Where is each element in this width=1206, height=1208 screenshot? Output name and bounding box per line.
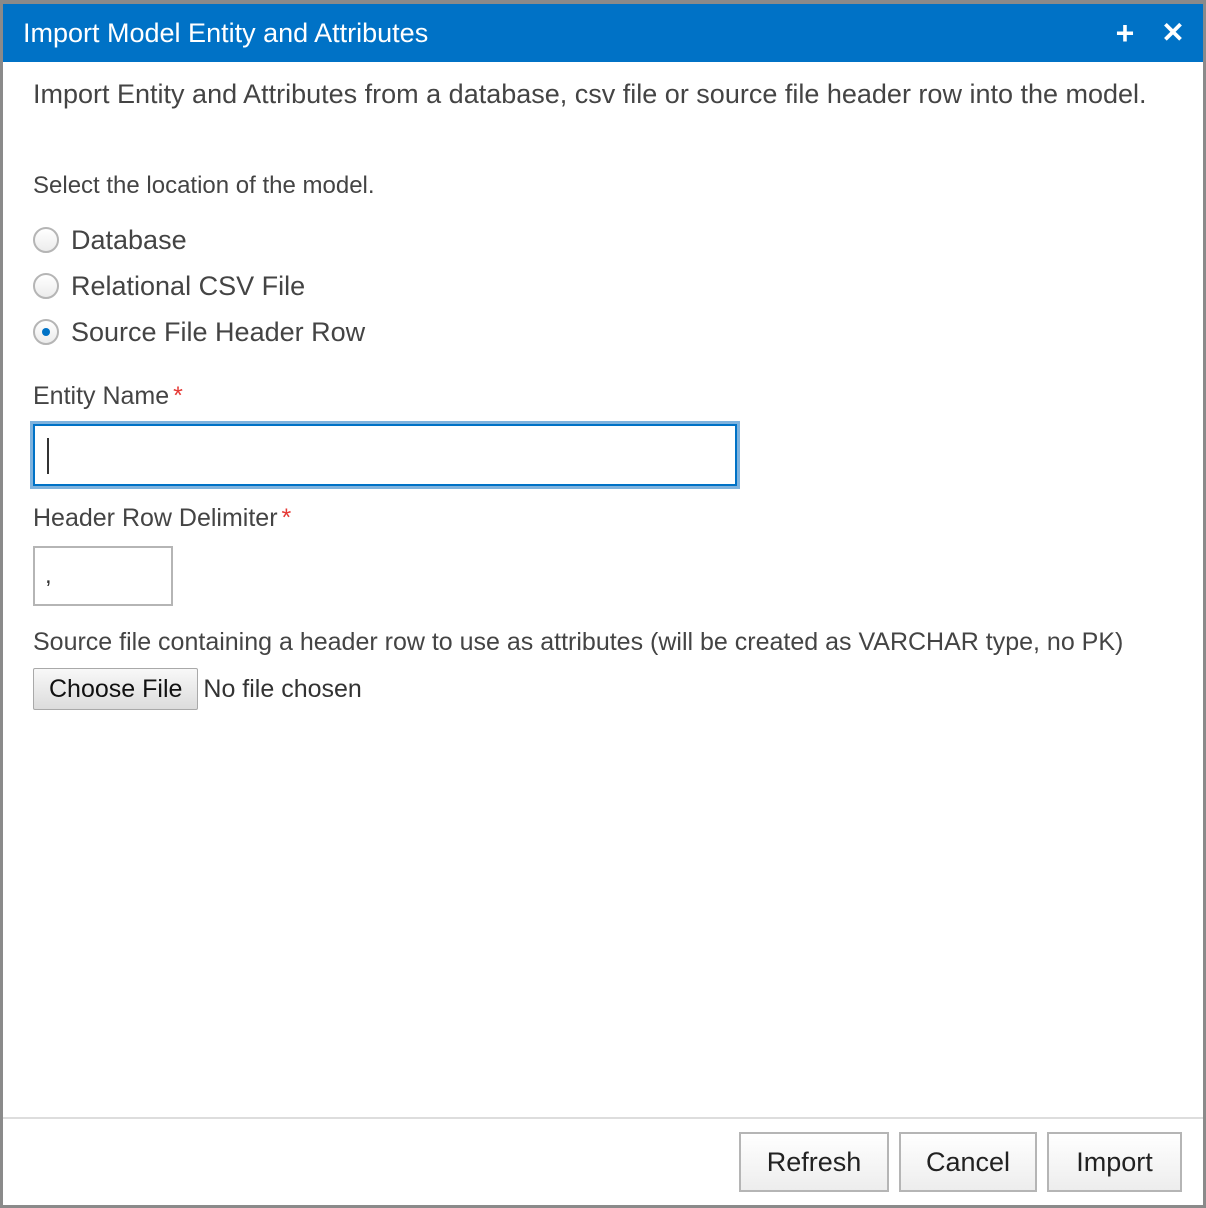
radio-source-file-header-row[interactable]: Source File Header Row (33, 314, 365, 350)
entity-name-input[interactable] (30, 421, 740, 489)
close-icon[interactable]: ✕ (1158, 16, 1188, 50)
import-button[interactable]: Import (1047, 1132, 1182, 1192)
delimiter-label: Header Row Delimiter * (33, 504, 291, 533)
radio-button[interactable] (33, 273, 59, 299)
refresh-button[interactable]: Refresh (739, 1132, 889, 1192)
radio-button[interactable] (33, 227, 59, 253)
required-marker: * (173, 382, 183, 410)
import-dialog: Import Model Entity and Attributes + ✕ I… (3, 4, 1203, 1205)
cancel-button[interactable]: Cancel (899, 1132, 1037, 1192)
radio-label: Relational CSV File (71, 270, 306, 301)
source-file-label: Source file containing a header row to u… (33, 628, 1124, 656)
entity-name-label-text: Entity Name (33, 382, 170, 410)
delimiter-label-text: Header Row Delimiter (33, 504, 278, 532)
radio-label: Source File Header Row (71, 316, 366, 347)
dialog-title: Import Model Entity and Attributes (23, 18, 429, 48)
radio-label: Database (71, 224, 187, 255)
required-marker: * (281, 504, 292, 532)
entity-name-label: Entity Name * (33, 382, 183, 411)
text-caret (47, 438, 49, 474)
file-picker: Choose File No file chosen (33, 668, 362, 710)
radio-database[interactable]: Database (33, 222, 187, 258)
footer-divider (3, 1117, 1203, 1119)
plus-icon[interactable]: + (1110, 16, 1140, 50)
dialog-titlebar[interactable]: Import Model Entity and Attributes + ✕ (3, 4, 1203, 62)
intro-text: Import Entity and Attributes from a data… (33, 79, 1147, 109)
delimiter-input[interactable]: , (33, 546, 173, 606)
location-label: Select the location of the model. (33, 172, 375, 199)
choose-file-button[interactable]: Choose File (33, 668, 199, 710)
radio-relational-csv[interactable]: Relational CSV File (33, 268, 305, 304)
radio-button-checked[interactable] (33, 319, 59, 345)
file-status: No file chosen (203, 674, 362, 703)
